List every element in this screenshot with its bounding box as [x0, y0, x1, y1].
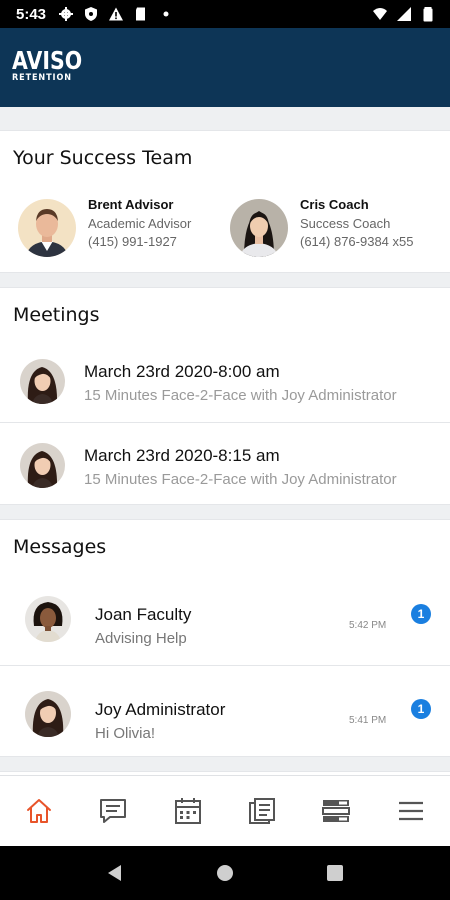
coach-avatar-image: [230, 199, 288, 257]
messages-icon: [100, 799, 127, 823]
back-triangle-icon: [108, 865, 121, 881]
avatar: [18, 199, 76, 257]
recents-square-icon: [327, 865, 343, 881]
back-button[interactable]: [95, 853, 135, 893]
avatar: [20, 359, 65, 404]
message-sender: Joan Faculty: [95, 605, 192, 624]
meeting-item[interactable]: March 23rd 2020-8:00 am 15 Minutes Face-…: [0, 339, 450, 422]
status-bar: 5:43: [0, 0, 450, 28]
meeting-description: 15 Minutes Face-2-Face with Joy Administ…: [84, 471, 397, 488]
calendar-icon: [174, 798, 201, 824]
avatar: [25, 691, 71, 737]
team-member-coach[interactable]: Cris Coach Success Coach (614) 876-9384 …: [230, 197, 413, 257]
advisor-avatar-image: [18, 199, 76, 257]
system-nav-bar: [0, 846, 450, 900]
home-icon: [27, 799, 52, 823]
logo-sub-text: RETENTION: [12, 73, 72, 83]
message-preview: Hi Olivia!: [95, 725, 156, 742]
wifi-icon: [373, 8, 387, 20]
meeting-date: March 23rd 2020-8:15 am: [84, 446, 280, 465]
meeting-description: 15 Minutes Face-2-Face with Joy Administ…: [84, 387, 397, 404]
success-team-title: Your Success Team: [13, 147, 193, 169]
joy-avatar-image: [20, 359, 65, 404]
nav-menu[interactable]: [381, 781, 441, 841]
settings-gear-icon: [59, 7, 74, 21]
message-sender: Joy Administrator: [95, 700, 226, 719]
logo-main-text: AVISO: [12, 46, 83, 75]
member-name: Brent Advisor: [88, 197, 174, 212]
recents-button[interactable]: [315, 853, 355, 893]
nav-home[interactable]: [9, 781, 69, 841]
list-view-icon: [322, 800, 351, 822]
message-item[interactable]: Joan Faculty Advising Help 5:42 PM 1: [0, 571, 450, 665]
nav-list-view[interactable]: [306, 781, 366, 841]
bottom-nav: [0, 775, 450, 846]
warning-icon: [109, 7, 124, 21]
battery-icon: [423, 7, 433, 22]
status-time: 5:43: [16, 5, 47, 23]
nav-calendar[interactable]: [158, 781, 218, 841]
message-preview: Advising Help: [95, 630, 187, 647]
unread-badge: 1: [411, 699, 431, 719]
meetings-card: Meetings March 23rd 2020-8:00 am 15 Minu…: [0, 287, 450, 505]
message-time: 5:42 PM: [349, 620, 387, 631]
unread-badge: 1: [411, 604, 431, 624]
app-header: AVISO RETENTION: [0, 28, 450, 107]
home-system-button[interactable]: [205, 853, 245, 893]
messages-title: Messages: [13, 536, 107, 558]
member-role: Success Coach: [300, 216, 391, 231]
joy-avatar-image: [20, 443, 65, 488]
member-phone[interactable]: (614) 876-9384 x55: [300, 234, 413, 249]
success-team-card: Your Success Team Brent Advisor Academic…: [0, 130, 450, 273]
shield-icon: [85, 7, 98, 21]
meeting-date: March 23rd 2020-8:00 am: [84, 362, 280, 381]
avatar: [20, 443, 65, 488]
message-item[interactable]: Joy Administrator Hi Olivia! 5:41 PM 1: [0, 665, 450, 759]
member-name: Cris Coach: [300, 197, 369, 212]
signal-icon: [397, 7, 411, 21]
nav-messages[interactable]: [83, 781, 143, 841]
messages-card: Messages Joan Faculty Advising Help 5:42…: [0, 519, 450, 757]
meetings-title: Meetings: [13, 304, 100, 326]
notes-icon: [249, 798, 276, 824]
dot-icon: [163, 11, 169, 17]
avatar: [25, 596, 71, 642]
member-phone[interactable]: (415) 991-1927: [88, 234, 191, 249]
nav-notes[interactable]: [232, 781, 292, 841]
meeting-item[interactable]: March 23rd 2020-8:15 am 15 Minutes Face-…: [0, 422, 450, 505]
joan-avatar-image: [25, 596, 71, 642]
message-time: 5:41 PM: [349, 715, 387, 726]
aviso-logo: AVISO RETENTION: [12, 48, 98, 83]
sd-card-icon: [136, 7, 146, 21]
home-circle-icon: [217, 865, 233, 881]
menu-icon: [398, 801, 423, 821]
avatar: [230, 199, 288, 257]
member-role: Academic Advisor: [88, 216, 192, 231]
dashboard-content[interactable]: Your Success Team Brent Advisor Academic…: [0, 107, 450, 775]
team-member-advisor[interactable]: Brent Advisor Academic Advisor (415) 991…: [18, 197, 191, 257]
joy-avatar-image: [25, 691, 71, 737]
